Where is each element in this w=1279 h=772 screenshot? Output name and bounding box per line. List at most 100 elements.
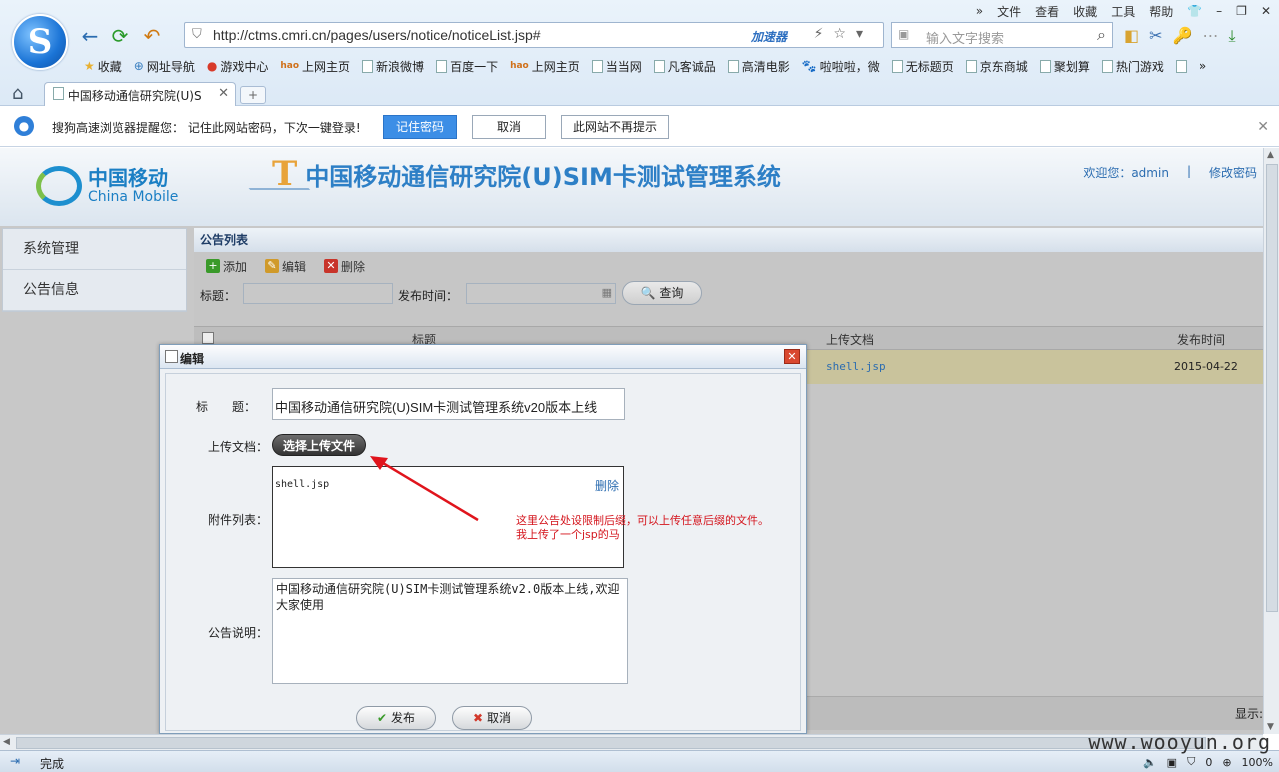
select-all-checkbox[interactable] (202, 332, 214, 344)
cancel-button[interactable]: ✖ 取消 (452, 706, 532, 730)
title-t-icon: T (272, 154, 298, 194)
fav-item[interactable]: 高清电影 (722, 56, 796, 76)
url-text[interactable]: http://ctms.cmri.cn/pages/users/notice/n… (213, 27, 541, 43)
annotation-line: 这里公告处设限制后缀，可以上传任意后缀的文件。 (516, 514, 769, 527)
fav-item[interactable]: 聚划算 (1034, 56, 1096, 76)
fav-overflow-icon[interactable]: » (1193, 56, 1212, 76)
panel-title: 公告列表 (194, 228, 1263, 252)
scissors-icon[interactable]: ✂ (1149, 26, 1162, 46)
never-prompt-button[interactable]: 此网站不再提示 (561, 115, 669, 139)
sidebar-item-notice[interactable]: 公告信息 (3, 270, 186, 311)
fav-item[interactable]: ● 游戏中心 (201, 56, 275, 76)
menu-help[interactable]: 帮助 (1149, 3, 1173, 20)
search-icon[interactable]: ⌕ (1097, 25, 1106, 45)
page-icon (362, 59, 374, 73)
remember-password-button[interactable]: 记住密码 (383, 115, 457, 139)
game-icon: ● (206, 59, 218, 73)
fav-item[interactable]: ★ 收藏 (78, 56, 128, 76)
fav-item[interactable]: hao 上网主页 (504, 56, 586, 76)
close-icon[interactable]: ✕ (784, 349, 800, 364)
menu-view[interactable]: 查看 (1035, 3, 1059, 20)
fav-item[interactable]: 京东商城 (960, 56, 1034, 76)
star-icon: ★ (84, 59, 95, 73)
tab-close-icon[interactable]: ✕ (218, 86, 229, 101)
choose-file-button[interactable]: 选择上传文件 (272, 434, 366, 456)
sogou-logo-icon[interactable]: S (12, 14, 68, 70)
tab-active[interactable]: 中国移动通信研究院(U)S ✕ (44, 82, 236, 106)
column-date[interactable]: 发布时间 (1177, 331, 1225, 348)
shield-icon: ⛉ (192, 27, 202, 42)
search-box[interactable]: ▣ 输入文字搜索 ⌕ (891, 22, 1113, 48)
lightning-icon[interactable]: ⚡ (814, 26, 834, 42)
title-label: 标 题： (196, 400, 257, 414)
volume-icon[interactable]: 🔈 (1143, 756, 1157, 769)
refresh-icon[interactable]: ⟳ (108, 24, 132, 48)
sidebar-item-system[interactable]: 系统管理 (3, 229, 186, 270)
edit-button[interactable]: ✎ 编辑 (265, 258, 306, 275)
row-file[interactable]: shell.jsp (826, 360, 886, 373)
minimize-icon[interactable]: – (1216, 4, 1222, 18)
publish-button[interactable]: ✔ 发布 (356, 706, 436, 730)
tab-strip: ⌂ 中国移动通信研究院(U)S ✕ + (0, 80, 1279, 106)
menu-overflow-icon[interactable]: » (976, 4, 983, 18)
fav-item[interactable]: 百度一下 (430, 56, 504, 76)
fav-item[interactable]: 🐾 啦啦啦，微 (796, 56, 886, 76)
column-file[interactable]: 上传文档 (826, 331, 874, 348)
fav-item[interactable] (1170, 56, 1193, 76)
undo-icon[interactable]: ↶ (140, 24, 164, 48)
more-icon[interactable]: ⋯ (1202, 26, 1218, 46)
change-password-link[interactable]: 修改密码 (1209, 164, 1257, 181)
search-engine-icon[interactable]: ▣ (898, 27, 909, 41)
back-icon[interactable]: ← (78, 24, 102, 48)
vertical-scrollbar[interactable]: ▲ ▼ (1263, 148, 1279, 734)
cancel-password-button[interactable]: 取消 (472, 115, 546, 139)
filter-date-input[interactable]: ▦ (466, 283, 616, 304)
attachment-delete-link[interactable]: 删除 (595, 477, 619, 494)
chevron-down-icon[interactable]: ▾ (856, 26, 873, 42)
password-notification: ● 搜狗高速浏览器提醒您： 记住此网站密码，下次一键登录! 记住密码 取消 此网… (0, 107, 1279, 147)
sidebar-toggle-icon[interactable]: ⇥ (10, 754, 20, 768)
horizontal-scrollbar[interactable]: ◀ (0, 734, 1263, 750)
fav-item[interactable]: 无标题页 (886, 56, 960, 76)
adblock-icon[interactable]: ⛉ (1187, 755, 1195, 769)
key-icon[interactable]: 🔑 (1173, 26, 1193, 46)
zoom-level[interactable]: 100% (1242, 756, 1273, 769)
delete-button[interactable]: ✕ 删除 (324, 258, 365, 275)
menu-tools[interactable]: 工具 (1111, 3, 1135, 20)
page-icon (436, 59, 448, 73)
scroll-thumb[interactable] (1266, 164, 1278, 612)
fav-item[interactable]: 新浪微博 (356, 56, 430, 76)
tab-title[interactable]: 中国移动通信研究院(U)S (68, 89, 202, 103)
accelerator-label[interactable]: 加速器 (751, 28, 787, 45)
address-bar[interactable]: ⛉ http://ctms.cmri.cn/pages/users/notice… (184, 22, 884, 48)
calendar-icon[interactable]: ▦ (602, 286, 612, 299)
fav-item[interactable]: 凡客诚品 (648, 56, 722, 76)
fav-item[interactable]: 当当网 (586, 56, 648, 76)
scroll-up-icon[interactable]: ▲ (1267, 150, 1274, 160)
download-icon[interactable]: ⤓ (1228, 26, 1235, 46)
skin-icon[interactable]: 👕 (1187, 4, 1202, 18)
scroll-thumb[interactable] (16, 737, 1206, 749)
star-icon[interactable]: ☆ (833, 26, 856, 42)
scroll-left-icon[interactable]: ◀ (3, 737, 10, 747)
close-icon[interactable]: ✕ (1257, 119, 1269, 135)
extension-icon[interactable]: ◧ (1124, 26, 1139, 46)
system-title: T 中国移动通信研究院(U)SIM卡测试管理系统 (272, 154, 781, 194)
network-icon[interactable]: ▣ (1167, 756, 1177, 769)
title-input[interactable]: 中国移动通信研究院(U)SIM卡测试管理系统v20版本上线 (272, 388, 625, 420)
query-button[interactable]: 🔍 查询 (622, 281, 702, 305)
home-icon[interactable]: ⌂ (12, 83, 23, 104)
new-tab-button[interactable]: + (240, 86, 266, 104)
menu-favorites[interactable]: 收藏 (1073, 3, 1097, 20)
restore-icon[interactable]: ❐ (1236, 4, 1247, 18)
fav-item[interactable]: 热门游戏 (1096, 56, 1170, 76)
fav-item[interactable]: hao 上网主页 (274, 56, 356, 76)
menu-file[interactable]: 文件 (997, 3, 1021, 20)
zoom-icon[interactable]: ⊕ (1222, 756, 1231, 769)
search-placeholder[interactable]: 输入文字搜索 (926, 28, 1004, 47)
close-window-icon[interactable]: ✕ (1261, 4, 1271, 18)
fav-item[interactable]: ⊕ 网址导航 (128, 56, 201, 76)
add-button[interactable]: + 添加 (206, 258, 247, 275)
description-textarea[interactable]: 中国移动通信研究院(U)SIM卡测试管理系统v2.0版本上线,欢迎大家使用 (272, 578, 628, 684)
filter-title-input[interactable] (243, 283, 393, 304)
